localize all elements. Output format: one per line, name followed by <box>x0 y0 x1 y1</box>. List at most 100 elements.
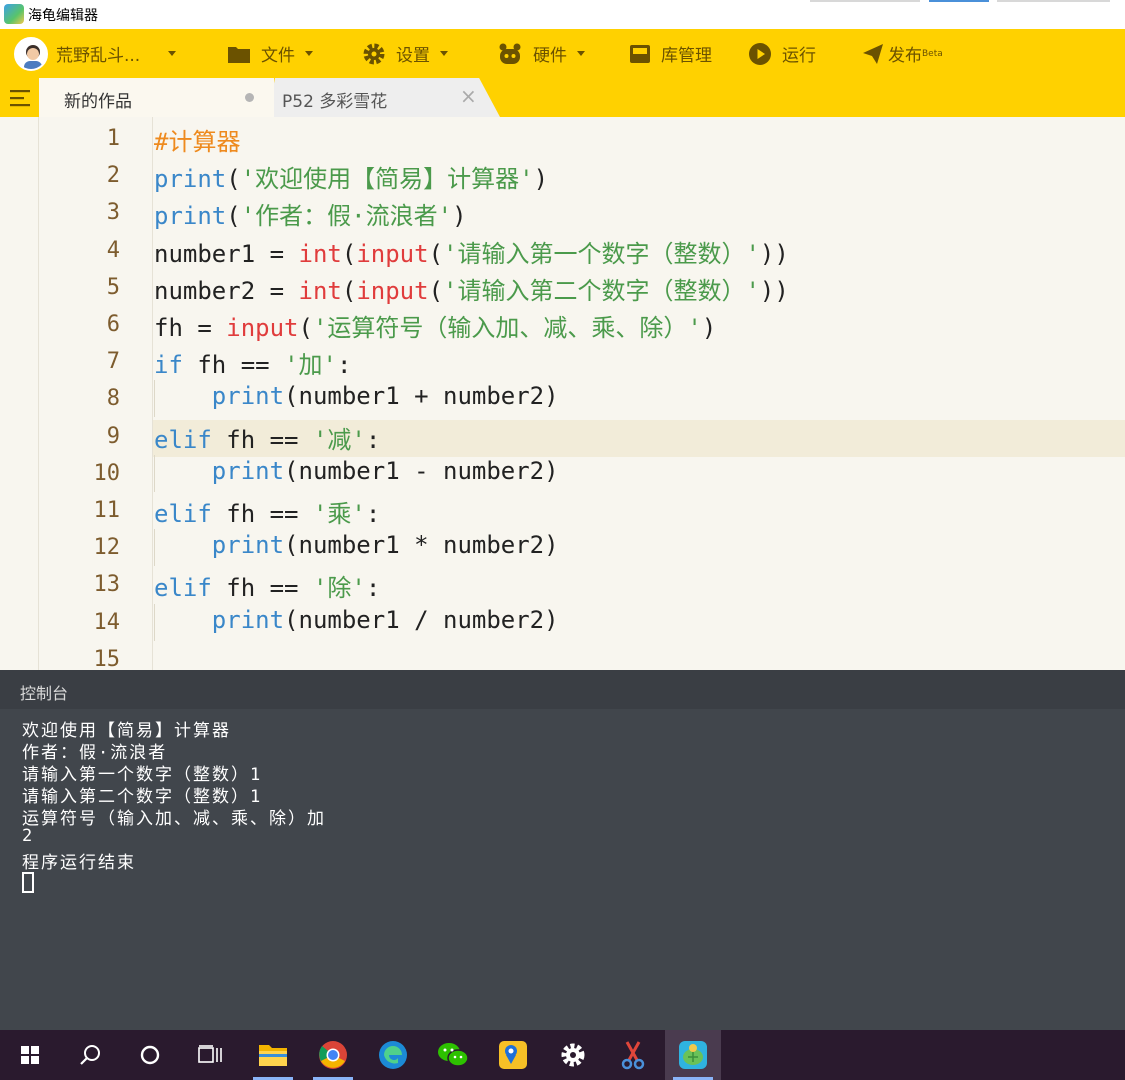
list-menu-icon <box>9 89 30 106</box>
code-token: input <box>356 239 429 268</box>
code-token: '减' <box>312 425 366 454</box>
hardware-menu-label: 硬件 <box>533 46 567 66</box>
code-token: : <box>365 425 381 454</box>
code-line: elif fh == '减': <box>154 420 380 455</box>
wechat-icon[interactable] <box>425 1030 481 1080</box>
code-token: fh == <box>211 574 313 603</box>
code-line: print('欢迎使用【简易】计算器') <box>154 159 548 194</box>
console-line: 运算符号（输入加、减、乘、除）加 <box>22 809 326 829</box>
beta-badge: Beta <box>922 48 943 59</box>
code-token: ) <box>701 314 717 342</box>
code-token: ) <box>452 202 467 231</box>
taskbar <box>0 1030 1125 1080</box>
task-view-icon[interactable] <box>182 1030 238 1080</box>
titlebar-strip <box>810 0 920 2</box>
code-token: #计算器 <box>154 128 241 156</box>
console-output[interactable]: 欢迎使用【简易】计算器 作者：假·流浪者 请输入第一个数字（整数）1 请输入第二… <box>0 709 1125 1030</box>
tab-p52[interactable]: P52 多彩雪花 × <box>268 78 500 117</box>
chevron-down-icon <box>168 51 177 56</box>
file-explorer-icon[interactable] <box>245 1030 301 1080</box>
line-number: 11 <box>93 498 121 523</box>
code-token: elif <box>154 574 212 603</box>
robot-icon <box>499 43 521 64</box>
line-number: 12 <box>93 535 121 561</box>
play-icon <box>749 42 771 65</box>
code-line: #计算器 <box>154 122 240 157</box>
code-token: (number1 * number2) <box>284 531 559 560</box>
code-token: print <box>154 202 227 231</box>
editor-side-strip <box>0 117 39 670</box>
settings-menu[interactable]: 设置 <box>362 29 448 78</box>
code-line: print(number1 - number2) <box>154 457 559 485</box>
code-line: elif fh == '乘': <box>154 494 380 529</box>
search-icon[interactable] <box>62 1030 118 1080</box>
code-line: fh = input('运算符号（输入加、减、乘、除）') <box>154 308 716 343</box>
code-token: print <box>211 605 285 634</box>
code-token: : <box>336 351 352 380</box>
code-token: ( <box>341 276 357 305</box>
file-menu-label: 文件 <box>261 46 295 66</box>
paper-plane-icon <box>863 43 883 64</box>
file-menu[interactable]: 文件 <box>227 29 313 78</box>
windows-start-icon[interactable] <box>2 1030 58 1080</box>
code-token: (number1 + number2) <box>284 382 559 411</box>
tab-new-work[interactable]: 新的作品 <box>39 78 274 117</box>
line-number: 10 <box>93 460 121 486</box>
code-token: '请输入第一个数字（整数）' <box>443 239 760 268</box>
code-token: input <box>356 276 429 305</box>
app-logo-icon <box>4 4 24 24</box>
avatar <box>14 36 48 71</box>
code-token: int <box>298 239 342 268</box>
code-token: ( <box>428 276 444 305</box>
code-token: fh == <box>182 351 285 380</box>
user-name: 荒野乱斗... <box>56 46 141 66</box>
code-line: number1 = int(input('请输入第一个数字（整数）')) <box>154 234 789 269</box>
close-icon[interactable]: × <box>460 84 477 108</box>
turtle-editor-icon[interactable] <box>665 1030 721 1080</box>
code-line: print(number1 / number2) <box>154 606 559 634</box>
chrome-icon[interactable] <box>305 1030 361 1080</box>
code-token: fh = <box>154 314 227 342</box>
console-title: 控制台 <box>20 684 69 703</box>
snipping-tool-icon[interactable] <box>605 1030 661 1080</box>
line-number: 14 <box>93 609 121 635</box>
outline-toggle-button[interactable] <box>0 78 39 117</box>
code-token: '欢迎使用【简易】计算器' <box>240 165 534 194</box>
settings-gear-icon[interactable] <box>545 1030 601 1080</box>
code-token: print <box>211 382 285 411</box>
code-editor[interactable]: #计算器 print('欢迎使用【简易】计算器') print('作者：假·流浪者'… <box>0 117 1125 670</box>
window-title: 海龟编辑器 <box>28 8 98 24</box>
line-number: 1 <box>106 126 120 151</box>
code-line: print(number1 + number2) <box>154 382 559 410</box>
edge-icon[interactable] <box>365 1030 421 1080</box>
code-token: elif <box>154 500 212 528</box>
code-line: print(number1 * number2) <box>154 531 559 559</box>
code-line: print('作者：假·流浪者') <box>154 196 467 231</box>
run-button-label: 运行 <box>782 46 816 66</box>
code-token: elif <box>154 425 212 454</box>
user-menu[interactable]: 荒野乱斗... <box>14 29 177 78</box>
console-header: 控制台 <box>0 670 1125 709</box>
library-menu[interactable]: 库管理 <box>629 29 712 78</box>
line-number: 15 <box>93 646 121 670</box>
cortana-icon[interactable] <box>122 1030 178 1080</box>
code-token: ) <box>533 165 549 194</box>
indent-guide <box>154 603 155 641</box>
hardware-menu[interactable]: 硬件 <box>497 29 585 78</box>
code-token: ( <box>226 202 241 231</box>
code-token: (number1 - number2) <box>284 456 559 485</box>
line-number: 9 <box>106 423 120 449</box>
maps-icon[interactable] <box>485 1030 541 1080</box>
code-token: '请输入第二个数字（整数）' <box>443 276 760 305</box>
console-input-cursor[interactable] <box>22 872 34 893</box>
titlebar-strip-accent <box>929 0 989 2</box>
publish-button[interactable]: 发布 Beta <box>862 29 943 78</box>
indent-guide <box>154 529 155 567</box>
settings-menu-label: 设置 <box>396 46 430 66</box>
menu-bar: 荒野乱斗... 文件 设置 硬件 库管理 运行 发布 Beta <box>0 29 1125 78</box>
line-number: 4 <box>106 237 120 263</box>
run-button[interactable]: 运行 <box>748 29 816 78</box>
code-token: print <box>154 165 227 194</box>
